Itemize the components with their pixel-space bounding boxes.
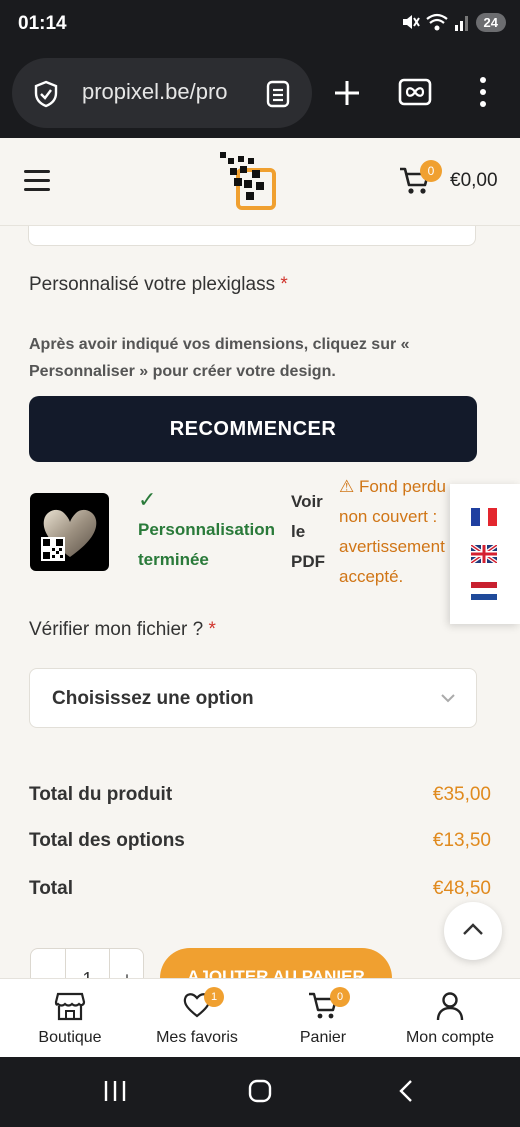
view-pdf-link[interactable]: Voir le PDF bbox=[291, 487, 325, 577]
chevron-down-icon[interactable] bbox=[440, 693, 456, 703]
battery-indicator: 24 bbox=[475, 12, 506, 32]
total-product-amount: €35,00 bbox=[432, 784, 491, 805]
scroll-to-top-button[interactable] bbox=[444, 902, 502, 960]
tab-favoris[interactable]: 1 Mes favoris bbox=[132, 979, 262, 1057]
tab-panier[interactable]: 0 Panier bbox=[258, 979, 388, 1057]
tab-label[interactable]: Boutique bbox=[5, 1029, 135, 1047]
url-text[interactable]: propixel.be/pro bbox=[82, 79, 250, 105]
new-tab-icon[interactable] bbox=[330, 76, 364, 110]
heart-design-preview bbox=[41, 509, 97, 561]
bottom-tab-bar: Boutique 1 Mes favoris 0 Panier Mon comp… bbox=[0, 978, 520, 1057]
verify-file-select[interactable]: Choisissez une option bbox=[29, 668, 477, 728]
recents-icon[interactable] bbox=[103, 1080, 127, 1102]
total-product-label: Total du produit bbox=[29, 784, 173, 805]
view-pdf-line-2[interactable]: le bbox=[291, 517, 325, 547]
check-icon: ✓ bbox=[138, 487, 157, 512]
shield-icon[interactable] bbox=[32, 80, 60, 108]
tab-label[interactable]: Mes favoris bbox=[132, 1029, 262, 1047]
warning-line-4: accepté. bbox=[339, 567, 404, 586]
view-pdf-line-1[interactable]: Voir bbox=[291, 487, 325, 517]
mute-icon bbox=[402, 15, 420, 29]
user-icon bbox=[436, 992, 464, 1021]
personalize-help-text: Après avoir indiqué vos dimensions, cliq… bbox=[29, 336, 410, 380]
grand-total-row: Total €48,50 bbox=[29, 878, 491, 908]
warning-line-3: avertissement bbox=[339, 537, 445, 556]
more-menu-icon[interactable] bbox=[478, 76, 488, 108]
status-bar: 01:14 24 bbox=[0, 0, 520, 52]
flag-fr-icon[interactable] bbox=[471, 508, 497, 526]
warning-line-1: ⚠ Fond perdu bbox=[339, 477, 446, 496]
tab-boutique[interactable]: Boutique bbox=[5, 979, 135, 1057]
restart-button[interactable]: RECOMMENCER bbox=[29, 396, 477, 462]
cart-count-badge: 0 bbox=[420, 160, 442, 182]
view-pdf-line-3[interactable]: PDF bbox=[291, 547, 325, 577]
back-icon[interactable] bbox=[397, 1079, 415, 1103]
tab-label[interactable]: Mon compte bbox=[385, 1029, 515, 1047]
store-icon bbox=[54, 992, 86, 1021]
grand-total-amount: €48,50 bbox=[432, 878, 491, 899]
required-mark: * bbox=[208, 619, 216, 640]
tab-label[interactable]: Panier bbox=[258, 1029, 388, 1047]
status-time: 01:14 bbox=[18, 13, 67, 34]
total-options-row: Total des options €13,50 bbox=[29, 830, 491, 860]
status-icons: 24 bbox=[400, 12, 506, 32]
cart-total[interactable]: €0,00 bbox=[450, 170, 498, 192]
tabs-icon[interactable] bbox=[398, 78, 432, 106]
verify-label-text: Vérifier mon fichier ? bbox=[29, 619, 204, 640]
tab-compte[interactable]: Mon compte bbox=[385, 979, 515, 1057]
status-line-2: terminée bbox=[138, 550, 209, 569]
address-bar[interactable]: propixel.be/pro bbox=[12, 58, 312, 128]
android-navigation-bar bbox=[0, 1057, 520, 1127]
site-header: 0 €0,00 bbox=[0, 138, 520, 226]
total-product-row: Total du produit €35,00 bbox=[29, 784, 491, 814]
bleed-warning: ⚠ Fond perdu non couvert : avertissement… bbox=[339, 472, 451, 592]
wifi-icon bbox=[425, 13, 448, 31]
hamburger-menu-icon[interactable] bbox=[24, 170, 50, 191]
grand-total-label: Total bbox=[29, 878, 73, 899]
warning-line-2: non couvert : bbox=[339, 507, 438, 526]
total-options-label: Total des options bbox=[29, 830, 185, 851]
browser-toolbar: propixel.be/pro bbox=[0, 52, 520, 138]
required-mark: * bbox=[280, 274, 288, 295]
design-thumbnail[interactable] bbox=[30, 493, 109, 571]
panier-badge: 0 bbox=[330, 987, 350, 1007]
home-icon[interactable] bbox=[248, 1079, 272, 1103]
total-options-amount: €13,50 bbox=[432, 830, 491, 851]
language-switcher bbox=[450, 484, 520, 624]
status-line-1: Personnalisation bbox=[138, 520, 275, 539]
select-value[interactable]: Choisissez une option bbox=[52, 688, 254, 710]
verify-label: Vérifier mon fichier ? * bbox=[29, 619, 216, 641]
personalize-label: Personnalisé votre plexiglass * bbox=[29, 274, 288, 296]
favoris-badge: 1 bbox=[204, 987, 224, 1007]
reader-mode-icon[interactable] bbox=[266, 80, 290, 108]
web-page: 0 €0,00 Personnalisé votre plexiglass * … bbox=[0, 138, 520, 1057]
flag-uk-icon[interactable] bbox=[471, 545, 497, 563]
signal-icon bbox=[454, 16, 468, 31]
personalize-label-text: Personnalisé votre plexiglass bbox=[29, 274, 276, 295]
flag-nl-icon[interactable] bbox=[471, 582, 497, 600]
personalization-status: ✓ Personnalisation terminée bbox=[138, 485, 275, 575]
propixel-logo[interactable] bbox=[216, 150, 278, 212]
chevron-up-icon[interactable] bbox=[462, 922, 484, 936]
